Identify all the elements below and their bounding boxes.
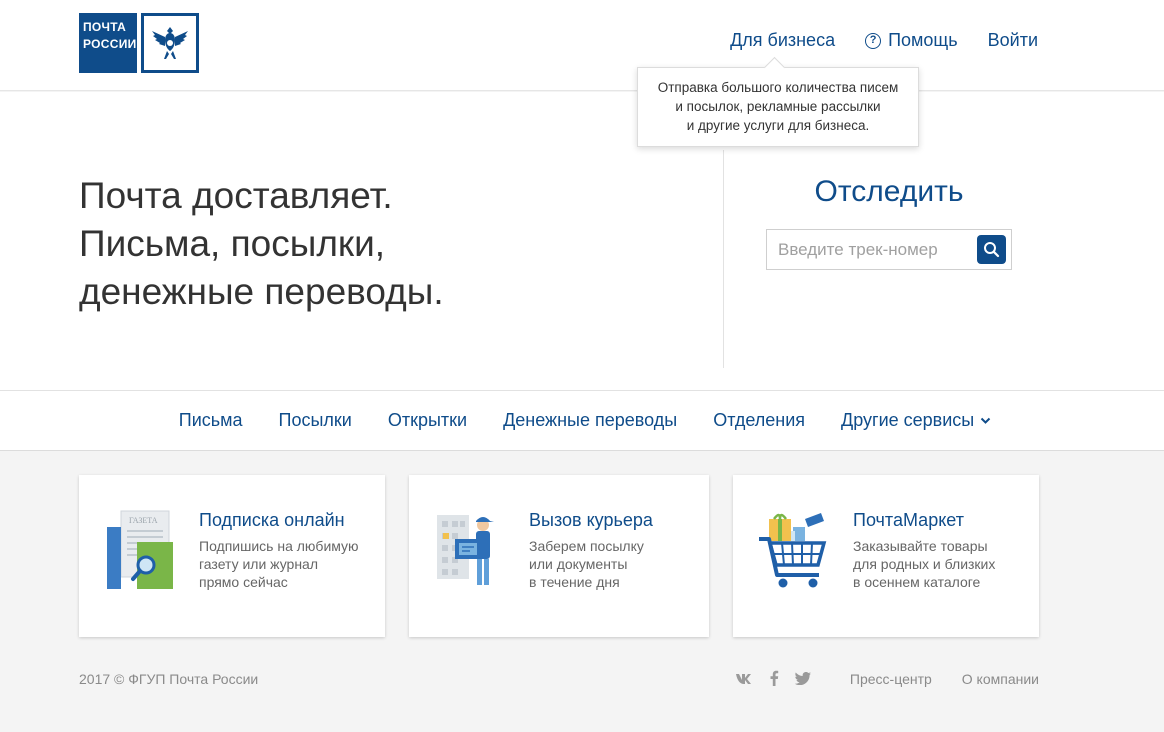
desc-line: Подпишись на любимую	[199, 538, 359, 554]
nav-help-label: Помощь	[888, 30, 958, 50]
card-title: ПочтаМаркет	[853, 510, 964, 530]
category-navigation: Письма Посылки Открытки Денежные перевод…	[0, 390, 1164, 451]
tooltip-line: Отправка большого количества писем	[657, 80, 899, 95]
card-pochtamarket[interactable]: ПочтаМаркет Заказывайте товары для родны…	[733, 475, 1039, 637]
logo-wordmark: ПОЧТА РОССИИ	[79, 13, 137, 73]
business-tooltip: Отправка большого количества писем и пос…	[637, 67, 919, 147]
hero-section: Почта доставляет. Письма, посылки, денеж…	[0, 92, 1164, 390]
nav-help-link[interactable]: ? Помощь	[865, 30, 958, 51]
card-courier[interactable]: Вызов курьера Заберем посылку или докуме…	[409, 475, 709, 637]
track-title: Отследить	[814, 175, 964, 208]
nav-money-transfers[interactable]: Денежные переводы	[503, 410, 677, 431]
card-description: Заберем посылку или документы в течение …	[529, 537, 644, 591]
card-description: Подпишись на любимую газету или журнал п…	[199, 537, 359, 591]
tooltip-line: и посылок, рекламные рассылки	[675, 99, 881, 114]
footer-link-press-center[interactable]: Пресс-центр	[850, 671, 932, 687]
card-title: Вызов курьера	[529, 510, 653, 530]
hero-line: Письма, посылки,	[79, 223, 386, 264]
copyright-text: 2017 © ФГУП Почта России	[79, 671, 259, 687]
site-footer: 2017 © ФГУП Почта России Пресс-центр О к…	[79, 670, 1039, 690]
hero-divider	[723, 150, 724, 368]
vk-icon[interactable]	[735, 672, 753, 688]
desc-line: в течение дня	[529, 574, 620, 590]
nav-for-business-link[interactable]: Для бизнеса	[730, 30, 835, 51]
nav-letters[interactable]: Письма	[179, 410, 243, 431]
desc-line: прямо сейчас	[199, 574, 288, 590]
desc-line: Заказывайте товары	[853, 538, 988, 554]
twitter-icon[interactable]	[794, 671, 812, 688]
desc-line: или документы	[529, 556, 628, 572]
logo-line-1: ПОЧТА	[83, 20, 127, 34]
track-search-box	[766, 229, 1012, 270]
chevron-down-icon	[981, 417, 991, 424]
footer-links: Пресс-центр О компании	[850, 671, 1039, 687]
hero-line: Почта доставляет.	[79, 175, 393, 216]
card-subscription[interactable]: ГАЗЕТА Подписка онлайн Подпишись на люби…	[79, 475, 385, 637]
nav-postcards[interactable]: Открытки	[388, 410, 467, 431]
desc-line: для родных и близких	[853, 556, 996, 572]
top-navigation: Для бизнеса ? Помощь Войти	[730, 30, 1038, 51]
desc-line: газету или журнал	[199, 556, 319, 572]
nav-login-link[interactable]: Войти	[988, 30, 1038, 51]
nav-offices[interactable]: Отделения	[713, 410, 805, 431]
newspaper-magnifier-icon: ГАЗЕТА	[103, 509, 183, 591]
russian-post-logo[interactable]: ПОЧТА РОССИИ	[79, 13, 199, 73]
facebook-icon[interactable]	[769, 670, 779, 689]
search-icon	[984, 242, 1000, 258]
card-title: Подписка онлайн	[199, 510, 345, 530]
desc-line: в осеннем каталоге	[853, 574, 981, 590]
shopping-cart-icon	[757, 509, 837, 591]
hero-headline: Почта доставляет. Письма, посылки, денеж…	[79, 172, 444, 316]
tooltip-line: и другие услуги для бизнеса.	[686, 118, 870, 133]
site-header: ПОЧТА РОССИИ Для бизнеса ? Помощь Войти	[0, 0, 1164, 91]
question-mark-icon: ?	[865, 32, 882, 49]
track-search-button[interactable]	[977, 235, 1006, 264]
nav-other-services-label: Другие сервисы	[841, 410, 975, 430]
nav-other-services[interactable]: Другие сервисы	[841, 410, 991, 431]
newspaper-label: ГАЗЕТА	[129, 516, 158, 525]
courier-icon	[433, 509, 513, 591]
nav-parcels[interactable]: Посылки	[279, 410, 352, 431]
track-number-input[interactable]	[767, 230, 972, 269]
social-links	[735, 670, 812, 689]
logo-line-2: РОССИИ	[83, 37, 137, 51]
eagle-emblem-icon	[141, 13, 199, 73]
hero-line: денежные переводы.	[79, 271, 444, 312]
desc-line: Заберем посылку	[529, 538, 644, 554]
footer-link-about[interactable]: О компании	[962, 671, 1039, 687]
card-description: Заказывайте товары для родных и близких …	[853, 537, 995, 591]
